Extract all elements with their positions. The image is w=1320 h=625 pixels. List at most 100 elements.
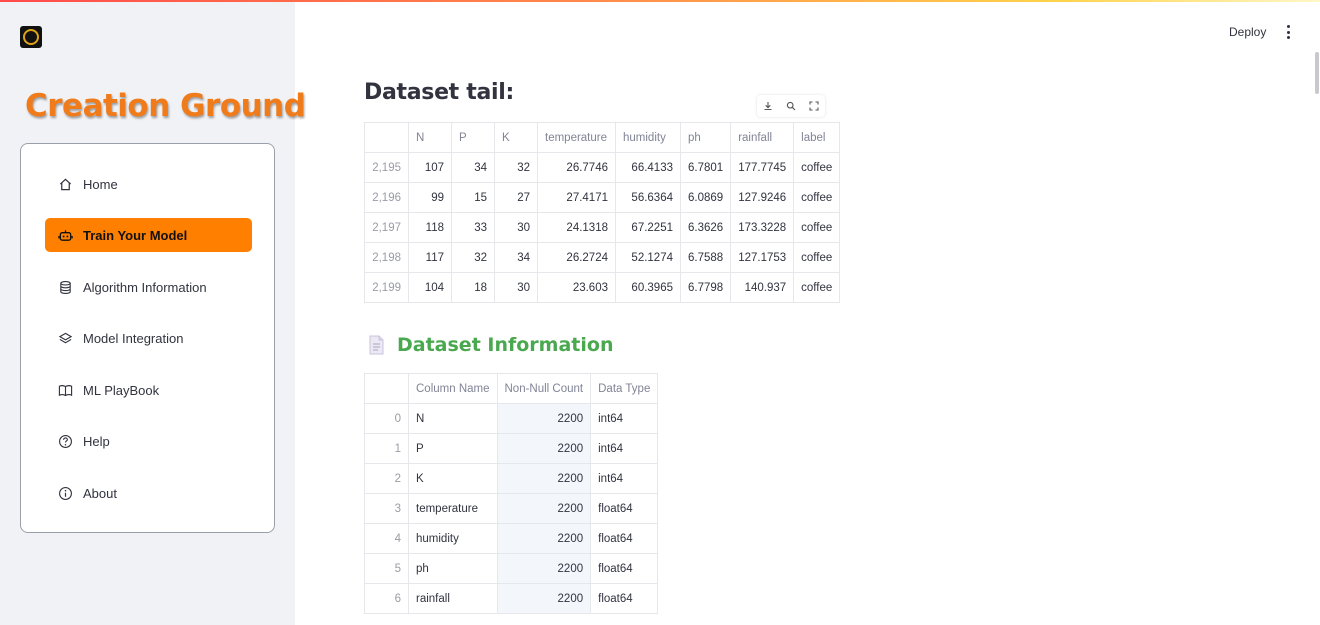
column-header[interactable]: Column Name [408,373,498,404]
table-cell[interactable]: 33 [451,212,495,243]
table-cell[interactable]: 60.3965 [615,272,681,303]
table-cell[interactable]: 127.9246 [730,182,795,213]
table-cell[interactable]: 6.3626 [679,212,732,243]
table-cell[interactable]: int64 [590,463,659,494]
table-cell[interactable]: coffee [793,152,841,183]
sidebar-item-about[interactable]: About [45,476,252,510]
table-cell[interactable]: 18 [451,272,495,303]
table-cell[interactable]: 107 [408,152,452,183]
fullscreen-icon[interactable] [807,99,821,113]
table-cell[interactable]: 66.4133 [615,152,681,183]
column-header[interactable] [364,122,409,153]
table-cell[interactable]: 104 [408,272,452,303]
table-cell[interactable]: coffee [793,182,841,213]
table-cell[interactable]: 173.3228 [730,212,795,243]
row-index[interactable]: 6 [364,583,409,614]
table-cell[interactable]: 26.7746 [537,152,616,183]
search-icon[interactable] [784,99,798,113]
column-header[interactable]: rainfall [730,122,795,153]
table-cell[interactable]: float64 [590,523,659,554]
table-cell[interactable]: N [408,403,498,434]
table-cell[interactable]: int64 [590,433,659,464]
table-cell[interactable]: float64 [590,493,659,524]
table-cell[interactable]: 117 [408,242,452,273]
column-header[interactable]: ph [679,122,732,153]
table-cell[interactable]: 2200 [496,403,592,434]
row-index[interactable]: 2,197 [364,212,409,243]
table-cell[interactable]: float64 [590,583,659,614]
table-cell[interactable]: 15 [451,182,495,213]
row-index[interactable]: 2,196 [364,182,409,213]
table-cell[interactable]: 52.1274 [615,242,681,273]
row-index[interactable]: 0 [364,403,409,434]
table-cell[interactable]: 2200 [496,523,592,554]
table-cell[interactable]: 32 [494,152,538,183]
column-header[interactable]: temperature [537,122,616,153]
table-cell[interactable]: 99 [408,182,452,213]
row-index[interactable]: 2,195 [364,152,409,183]
table-cell[interactable]: 6.0869 [679,182,732,213]
sidebar-item-ml-playbook[interactable]: ML PlayBook [45,373,252,407]
deploy-button[interactable]: Deploy [1229,25,1266,39]
table-cell[interactable]: 24.1318 [537,212,616,243]
table-cell[interactable]: 23.603 [537,272,616,303]
sidebar-item-algorithm-information[interactable]: Algorithm Information [45,270,252,304]
table-cell[interactable]: int64 [590,403,659,434]
row-index[interactable]: 1 [364,433,409,464]
table-cell[interactable]: ph [408,553,498,584]
column-header[interactable]: humidity [615,122,681,153]
table-cell[interactable]: 56.6364 [615,182,681,213]
table-cell[interactable]: K [408,463,498,494]
table-cell[interactable]: 6.7588 [679,242,732,273]
table-cell[interactable]: 27.4171 [537,182,616,213]
table-cell[interactable]: 2200 [496,493,592,524]
table-cell[interactable]: humidity [408,523,498,554]
sidebar-item-model-integration[interactable]: Model Integration [45,321,252,355]
table-cell[interactable]: 2200 [496,433,592,464]
column-header[interactable]: Data Type [590,373,659,404]
table-cell[interactable]: temperature [408,493,498,524]
table-cell[interactable]: coffee [793,242,841,273]
table-cell[interactable]: coffee [793,212,841,243]
table-cell[interactable]: 140.937 [730,272,795,303]
column-header[interactable]: P [451,122,495,153]
column-header[interactable]: N [408,122,452,153]
table-cell[interactable]: 67.2251 [615,212,681,243]
column-header[interactable]: Non-Null Count [496,373,592,404]
row-index[interactable]: 3 [364,493,409,524]
sidebar-item-home[interactable]: Home [45,167,252,201]
table-cell[interactable]: coffee [793,272,841,303]
scrollbar-thumb[interactable] [1315,52,1319,94]
table-cell[interactable]: 34 [451,152,495,183]
sidebar-item-train-your-model[interactable]: Train Your Model [45,218,252,252]
download-icon[interactable] [761,99,775,113]
table-cell[interactable]: 118 [408,212,452,243]
column-header[interactable]: K [494,122,538,153]
table-cell[interactable]: 127.1753 [730,242,795,273]
table-cell[interactable]: 30 [494,272,538,303]
column-header[interactable] [364,373,409,404]
table-cell[interactable]: float64 [590,553,659,584]
table-cell[interactable]: 177.7745 [730,152,795,183]
table-cell[interactable]: 2200 [496,553,592,584]
table-cell[interactable]: 26.2724 [537,242,616,273]
table-cell[interactable]: 30 [494,212,538,243]
column-header[interactable]: label [793,122,841,153]
row-index[interactable]: 2,198 [364,242,409,273]
table-cell[interactable]: 2200 [496,583,592,614]
row-index[interactable]: 5 [364,553,409,584]
table-cell[interactable]: rainfall [408,583,498,614]
row-index[interactable]: 2,199 [364,272,409,303]
main-menu-kebab-icon[interactable] [1283,24,1293,40]
row-index[interactable]: 2 [364,463,409,494]
sidebar-item-help[interactable]: Help [45,424,252,458]
table-cell[interactable]: P [408,433,498,464]
table-cell[interactable]: 6.7801 [679,152,732,183]
sidebar: Creation Ground Home Train Your Model Algo… [0,2,306,625]
table-cell[interactable]: 34 [494,242,538,273]
table-cell[interactable]: 2200 [496,463,592,494]
table-cell[interactable]: 32 [451,242,495,273]
table-cell[interactable]: 6.7798 [679,272,732,303]
table-cell[interactable]: 27 [494,182,538,213]
row-index[interactable]: 4 [364,523,409,554]
